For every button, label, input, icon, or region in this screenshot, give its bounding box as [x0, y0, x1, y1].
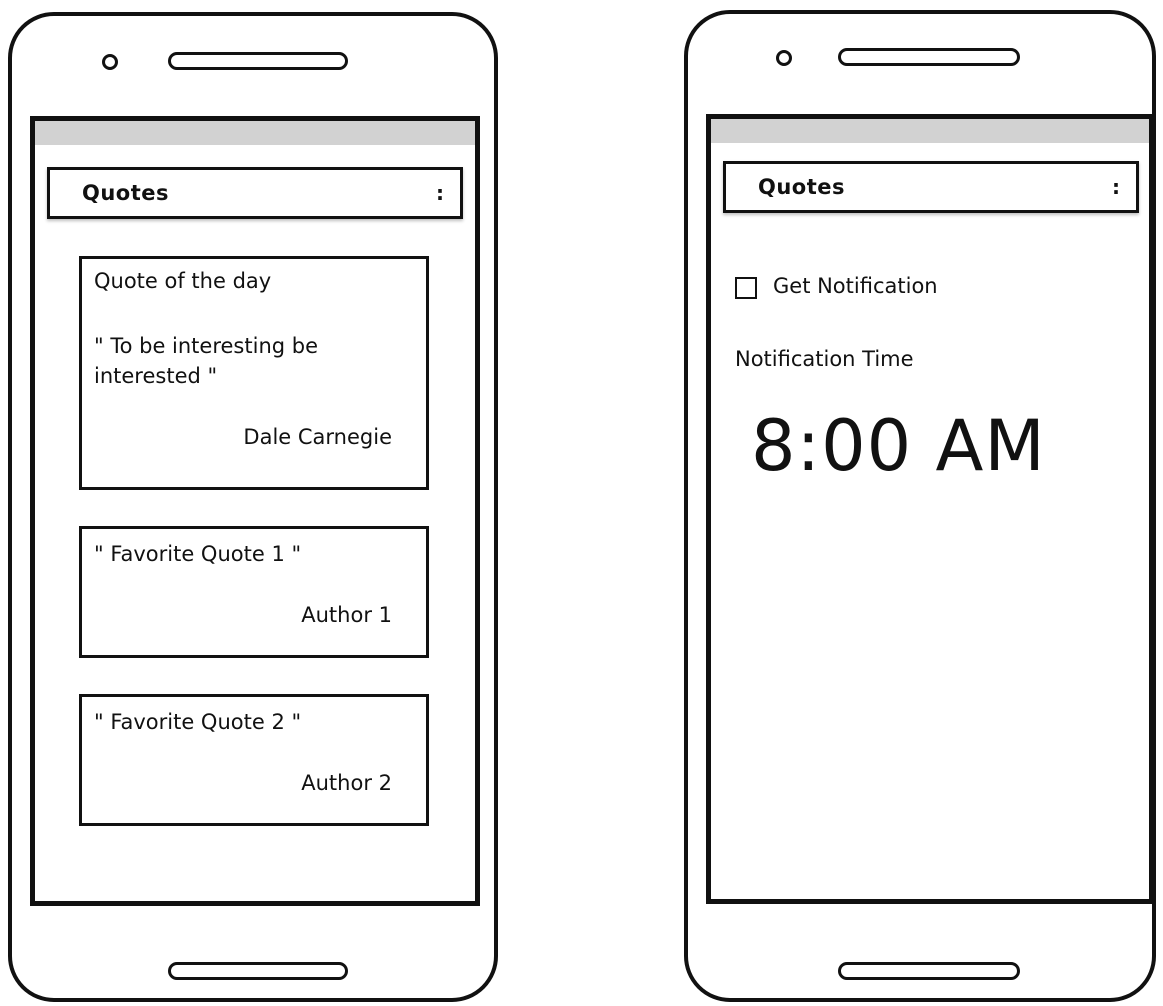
front-camera-icon — [776, 50, 792, 66]
app-title: Quotes — [82, 181, 170, 205]
bottom-speaker-icon — [168, 962, 348, 980]
get-notification-checkbox[interactable] — [735, 277, 757, 299]
settings-screen: Quotes : Get Notification Notification T… — [706, 114, 1154, 904]
favorite-quote-author: Author 2 — [301, 771, 392, 795]
favorite-quote-card[interactable]: " Favorite Quote 2 " Author 2 — [79, 694, 429, 826]
favorite-quote-card[interactable]: " Favorite Quote 1 " Author 1 — [79, 526, 429, 658]
app-bar: Quotes : — [723, 161, 1139, 213]
quote-author: Dale Carnegie — [243, 425, 392, 449]
notification-time-label: Notification Time — [735, 347, 914, 371]
top-speaker-icon — [168, 52, 348, 70]
quotes-screen: Quotes : Quote of the day " To be intere… — [30, 116, 480, 906]
favorite-quote-text: " Favorite Quote 2 " — [94, 710, 302, 734]
notification-time-picker[interactable]: 8:00 AM — [751, 405, 1046, 487]
app-bar: Quotes : — [47, 167, 463, 219]
phone-frame-settings: Quotes : Get Notification Notification T… — [684, 10, 1156, 1002]
phone-frame-quotes-list: Quotes : Quote of the day " To be intere… — [8, 12, 498, 1002]
get-notification-label: Get Notification — [773, 274, 938, 298]
app-title: Quotes — [758, 175, 846, 199]
bottom-speaker-icon — [838, 962, 1020, 980]
overflow-menu-button[interactable]: : — [436, 183, 444, 203]
favorite-quote-author: Author 1 — [301, 603, 392, 627]
status-bar — [35, 121, 475, 145]
quote-text: " To be interesting be interested " — [94, 334, 319, 388]
quote-of-the-day-heading: Quote of the day — [94, 269, 272, 293]
status-bar — [711, 119, 1149, 143]
top-speaker-icon — [838, 48, 1020, 66]
favorite-quote-text: " Favorite Quote 1 " — [94, 542, 302, 566]
quote-of-the-day-card[interactable]: Quote of the day " To be interesting be … — [79, 256, 429, 490]
front-camera-icon — [102, 54, 118, 70]
overflow-menu-button[interactable]: : — [1112, 177, 1120, 197]
